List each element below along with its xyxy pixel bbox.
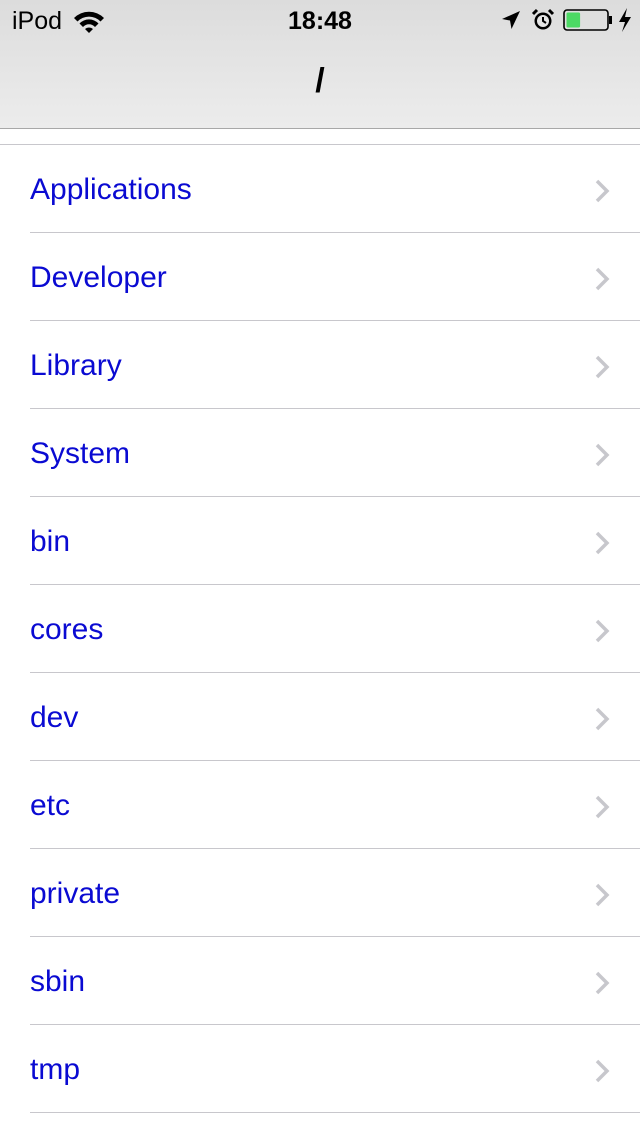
- list-item-label: dev: [30, 701, 79, 734]
- list-item[interactable]: Applications: [0, 145, 640, 233]
- chevron-right-icon: [595, 883, 610, 907]
- list-item[interactable]: cores: [0, 585, 640, 673]
- chevron-right-icon: [595, 971, 610, 995]
- list-item[interactable]: dev: [0, 673, 640, 761]
- list-item-label: Library: [30, 349, 122, 382]
- list-item-label: Developer: [30, 261, 167, 294]
- chevron-right-icon: [595, 1059, 610, 1083]
- list-item[interactable]: sbin: [0, 937, 640, 1025]
- list-item[interactable]: Developer: [0, 233, 640, 321]
- list-item[interactable]: private: [0, 849, 640, 937]
- list-item-label: bin: [30, 525, 71, 558]
- chevron-right-icon: [595, 619, 610, 643]
- list-item-label: System: [30, 437, 131, 470]
- top-bar: iPod 18:48 /: [0, 0, 640, 129]
- list-item-label: sbin: [30, 965, 86, 998]
- chevron-right-icon: [595, 707, 610, 731]
- list-item[interactable]: Library: [0, 321, 640, 409]
- list-item[interactable]: bin: [0, 497, 640, 585]
- list-item[interactable]: tmp: [0, 1025, 640, 1113]
- alarm-clock-icon: [531, 8, 555, 30]
- list-item-label: cores: [30, 613, 104, 646]
- nav-title: /: [315, 62, 325, 100]
- chevron-right-icon: [595, 355, 610, 379]
- list-item[interactable]: etc: [0, 761, 640, 849]
- screen: iPod 18:48 / Applications Developer Libr…: [0, 0, 640, 1136]
- chevron-right-icon: [595, 531, 610, 555]
- list-item-label: tmp: [30, 1053, 81, 1086]
- location-arrow-icon: [502, 11, 520, 29]
- chevron-right-icon: [595, 443, 610, 467]
- chevron-right-icon: [595, 795, 610, 819]
- charging-bolt-icon: [619, 8, 631, 32]
- list-item-label: etc: [30, 789, 71, 822]
- chevron-right-icon: [595, 267, 610, 291]
- list-item-label: private: [30, 877, 121, 910]
- battery-icon: [563, 9, 612, 31]
- status-bar: iPod 18:48: [0, 0, 640, 40]
- list-item-label: Applications: [30, 173, 192, 206]
- list-item[interactable]: System: [0, 409, 640, 497]
- directory-list: Applications Developer Library System bin cor…: [0, 144, 640, 1113]
- chevron-right-icon: [595, 179, 610, 203]
